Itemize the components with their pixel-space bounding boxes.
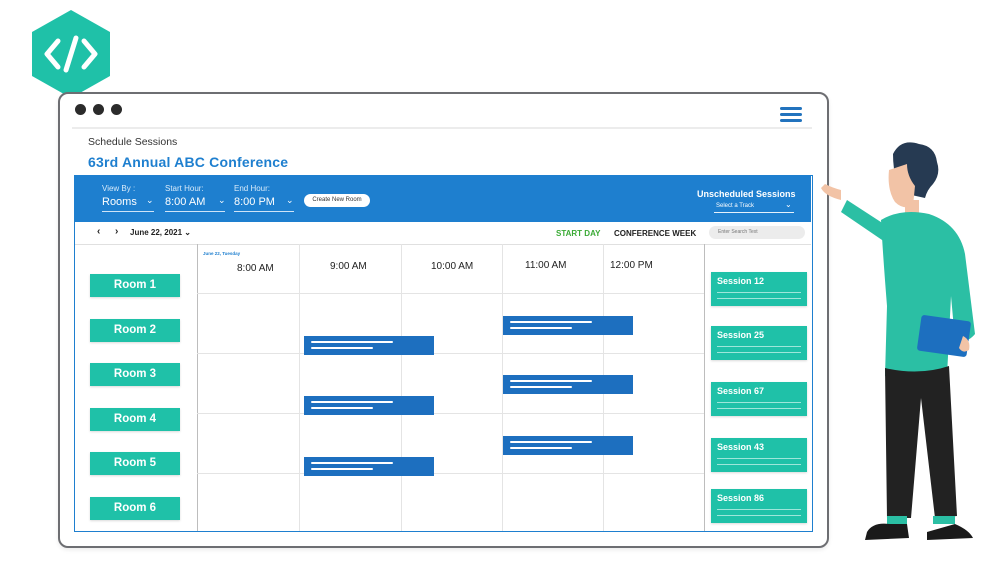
time-header: 9:00 AM [330, 261, 367, 272]
chevron-left-icon[interactable]: ‹ [97, 226, 100, 237]
scheduled-session-block[interactable] [503, 436, 633, 455]
scheduled-session-block[interactable] [304, 457, 434, 476]
unscheduled-session-card[interactable]: Session 43 [711, 438, 807, 472]
scheduled-session-block[interactable] [304, 396, 434, 415]
room-button[interactable]: Room 5 [90, 452, 180, 475]
unscheduled-session-card[interactable]: Session 25 [711, 326, 807, 360]
chevron-down-icon: ⌄ [785, 200, 792, 209]
chevron-right-icon[interactable]: › [115, 226, 118, 237]
scheduled-session-block[interactable] [503, 316, 633, 335]
chevron-down-icon: ⌄ [218, 195, 226, 205]
room-button[interactable]: Room 1 [90, 274, 180, 297]
track-select[interactable]: Select a Track [716, 203, 754, 209]
time-header: 12:00 PM [610, 260, 653, 271]
code-brackets-icon [32, 10, 110, 98]
chevron-down-icon: ⌄ [286, 195, 294, 205]
time-header: 11:00 AM [525, 260, 567, 271]
end-hour-select[interactable]: 8:00 PM ⌄ [234, 195, 294, 208]
window-dot [93, 104, 104, 115]
page-title: 63rd Annual ABC Conference [88, 154, 289, 170]
scheduler-toolbar: View By : Rooms ⌄ Start Hour: 8:00 AM ⌄ En… [75, 176, 811, 222]
header-divider [72, 127, 812, 129]
time-header: 8:00 AM [237, 263, 274, 274]
scheduled-session-block[interactable] [503, 375, 633, 394]
scheduler-app: View By : Rooms ⌄ Start Hour: 8:00 AM ⌄ En… [74, 175, 813, 532]
start-hour-label: Start Hour: [165, 184, 204, 193]
start-day-button[interactable]: START DAY [556, 229, 600, 238]
start-hour-select[interactable]: 8:00 AM ⌄ [165, 195, 226, 208]
room-button[interactable]: Room 6 [90, 497, 180, 520]
room-button[interactable]: Room 2 [90, 319, 180, 342]
view-by-label: View By : [102, 184, 136, 193]
end-hour-label: End Hour: [234, 184, 271, 193]
room-button[interactable]: Room 3 [90, 363, 180, 386]
unscheduled-session-card[interactable]: Session 86 [711, 489, 807, 523]
conference-week-button[interactable]: CONFERENCE WEEK [614, 229, 696, 238]
date-navigation: ‹ › June 22, 2021 ⌄ START DAY CONFERENCE… [75, 222, 811, 245]
view-by-select[interactable]: Rooms ⌄ [102, 195, 154, 208]
window-dot [75, 104, 86, 115]
unscheduled-session-card[interactable]: Session 67 [711, 382, 807, 416]
person-illustration [821, 142, 975, 540]
window-dot [111, 104, 122, 115]
scheduled-session-block[interactable] [304, 336, 434, 355]
room-button[interactable]: Room 4 [90, 408, 180, 431]
section-label: Schedule Sessions [88, 136, 178, 148]
unscheduled-sessions-title: Unscheduled Sessions [697, 189, 796, 199]
chevron-down-icon: ⌄ [146, 195, 154, 205]
browser-window: Schedule Sessions 63rd Annual ABC Confer… [58, 92, 829, 548]
hamburger-menu-icon[interactable] [780, 107, 802, 123]
search-input[interactable]: Enter Search Text [709, 226, 805, 239]
create-new-room-button[interactable]: Create New Room [304, 194, 370, 207]
chevron-down-icon: ⌄ [184, 228, 191, 237]
date-picker[interactable]: June 22, 2021 ⌄ [130, 228, 191, 237]
unscheduled-session-card[interactable]: Session 12 [711, 272, 807, 306]
day-label: June 22, Tuesday [203, 251, 241, 256]
time-header: 10:00 AM [431, 261, 474, 272]
